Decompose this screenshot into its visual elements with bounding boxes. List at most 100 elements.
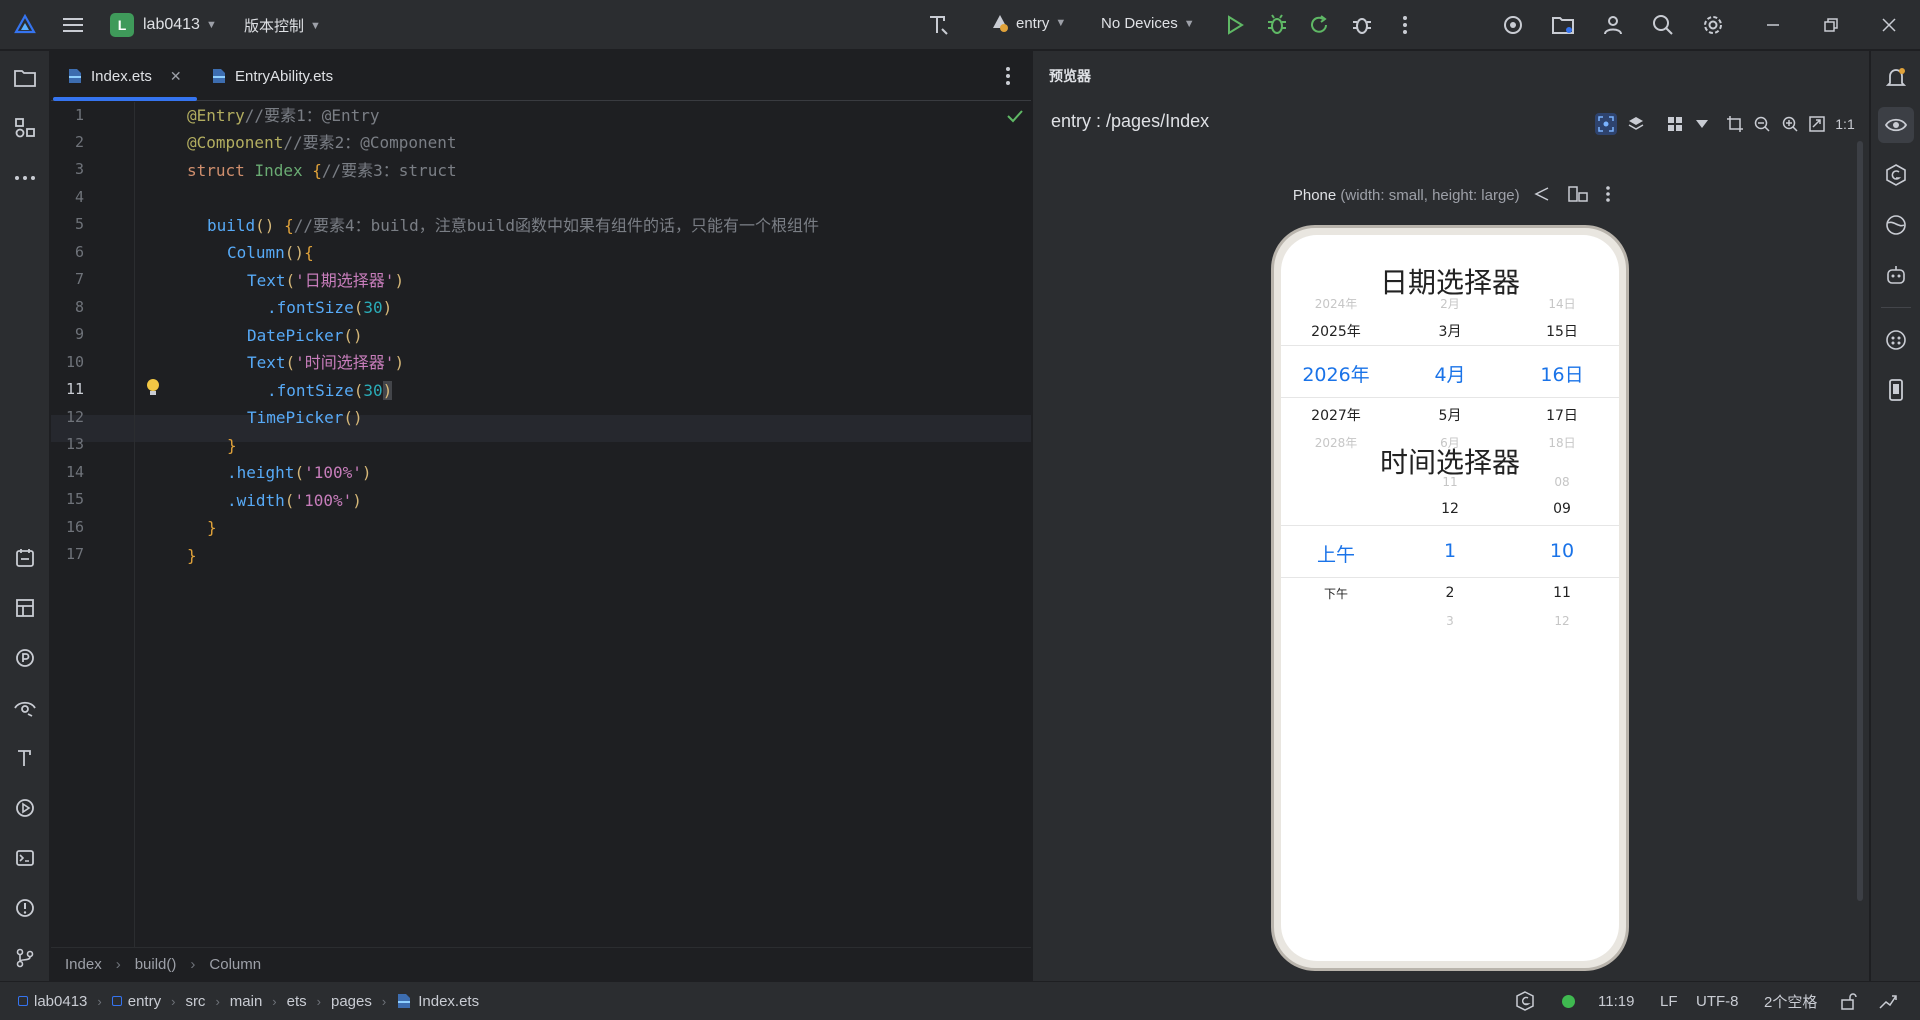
structure-icon[interactable]	[12, 115, 38, 141]
project-folder-icon[interactable]	[12, 65, 38, 91]
tab-entryability-ets[interactable]: EntryAbility.ets	[211, 51, 333, 101]
picker-item[interactable]: 11	[1512, 585, 1612, 601]
zoom-1to1-button[interactable]: 1:1	[1833, 113, 1857, 135]
rotate-icon[interactable]	[1534, 186, 1550, 206]
device-selector[interactable]: No Devices ▼	[1101, 15, 1195, 32]
tab-options-icon[interactable]	[995, 63, 1021, 89]
path-item[interactable]: src	[185, 993, 205, 1010]
breadcrumb-item[interactable]: Index	[65, 956, 102, 973]
minimize-icon[interactable]	[1760, 12, 1786, 38]
picker-item[interactable]: 3月	[1400, 321, 1500, 341]
picker-item[interactable]: 11	[1400, 475, 1500, 489]
picker-item[interactable]: 12	[1512, 614, 1612, 628]
breadcrumb-item[interactable]: Column	[209, 956, 261, 973]
codegenie-status-icon[interactable]	[1515, 991, 1535, 1015]
multi-device-icon[interactable]	[1664, 113, 1686, 135]
close-tab-icon[interactable]: ✕	[170, 68, 182, 85]
attach-debugger-icon[interactable]	[1349, 12, 1375, 38]
memory-indicator-icon[interactable]	[1878, 992, 1898, 1014]
device-switch-icon[interactable]	[1568, 186, 1588, 206]
path-item[interactable]: entry	[128, 993, 161, 1010]
ai-assistant-icon[interactable]	[1883, 262, 1909, 288]
picker-item[interactable]: 2027年	[1286, 405, 1386, 425]
inspector-toggle-icon[interactable]	[1595, 113, 1617, 135]
zoom-out-icon[interactable]	[1751, 113, 1773, 135]
profiler-icon[interactable]	[12, 645, 38, 671]
main-menu-icon[interactable]	[60, 12, 86, 38]
picker-item[interactable]: 5月	[1400, 405, 1500, 425]
table-icon[interactable]	[12, 595, 38, 621]
code-line-5: build() {//要素4：build，注意build函数中如果有组件的话，只…	[207, 216, 819, 235]
todo-icon[interactable]	[12, 545, 38, 571]
path-item[interactable]: lab0413	[34, 993, 87, 1010]
inspector-eye-icon[interactable]	[12, 695, 38, 721]
crop-frame-icon[interactable]	[1724, 113, 1746, 135]
tab-index-ets[interactable]: Index.ets ✕	[67, 51, 182, 101]
hot-reload-icon[interactable]	[1306, 12, 1332, 38]
picker-item[interactable]: 2025年	[1286, 321, 1386, 341]
layers-icon[interactable]	[1625, 113, 1647, 135]
preview-scrollbar[interactable]	[1857, 141, 1863, 901]
notifications-bell-icon[interactable]	[1883, 65, 1909, 91]
run-config-selector[interactable]: entry ▼	[990, 13, 1066, 33]
phone-device-icon[interactable]	[1883, 377, 1909, 403]
picker-item-selected[interactable]: 上午	[1286, 540, 1386, 567]
account-icon[interactable]	[1600, 12, 1626, 38]
build-hammer-icon[interactable]	[12, 745, 38, 771]
terminal-icon[interactable]	[12, 845, 38, 871]
path-item[interactable]: pages	[331, 993, 372, 1010]
previewer-eye-icon[interactable]	[1883, 112, 1909, 138]
picker-item-selected[interactable]: 1	[1400, 540, 1500, 562]
picker-item-selected[interactable]: 2026年	[1286, 360, 1386, 387]
codegenie-icon[interactable]	[1883, 162, 1909, 188]
no-problems-check-icon[interactable]	[1007, 108, 1023, 127]
run-services-icon[interactable]	[12, 795, 38, 821]
app-analyzer-icon[interactable]	[1883, 212, 1909, 238]
picker-item[interactable]: 14日	[1512, 295, 1612, 312]
device-emulator-icon[interactable]	[1883, 327, 1909, 353]
picker-item[interactable]: 下午	[1286, 585, 1386, 602]
picker-item-selected[interactable]: 16日	[1512, 360, 1612, 387]
path-item[interactable]: ets	[287, 993, 307, 1010]
more-tools-icon[interactable]	[12, 165, 38, 191]
search-icon[interactable]	[1650, 12, 1676, 38]
picker-item[interactable]: 3	[1400, 614, 1500, 628]
caret-position[interactable]: 11:19	[1598, 993, 1634, 1010]
close-window-icon[interactable]	[1876, 12, 1902, 38]
fit-screen-icon[interactable]	[1806, 113, 1828, 135]
more-actions-icon[interactable]	[1392, 12, 1418, 38]
picker-item[interactable]: 2月	[1400, 295, 1500, 312]
lock-open-icon[interactable]	[1840, 992, 1858, 1014]
caret-down-icon[interactable]	[1691, 113, 1713, 135]
project-selector[interactable]: L lab0413 ▼	[110, 13, 217, 37]
indent-setting[interactable]: 2个空格	[1764, 991, 1817, 1012]
picker-item[interactable]: 2024年	[1286, 295, 1386, 312]
debug-icon[interactable]	[1264, 12, 1290, 38]
breadcrumb-item[interactable]: build()	[135, 956, 177, 973]
picker-item-selected[interactable]: 10	[1512, 540, 1612, 562]
path-item[interactable]: Index.ets	[418, 993, 479, 1010]
problems-icon[interactable]	[12, 895, 38, 921]
project-structure-icon[interactable]	[1550, 12, 1576, 38]
status-ok-dot[interactable]	[1562, 995, 1575, 1008]
vcs-menu[interactable]: 版本控制 ▼	[244, 15, 321, 36]
picker-item[interactable]: 12	[1400, 501, 1500, 517]
run-icon[interactable]	[1222, 12, 1248, 38]
git-branch-icon[interactable]	[12, 945, 38, 971]
picker-item[interactable]: 09	[1512, 501, 1612, 517]
picker-item[interactable]: 15日	[1512, 321, 1612, 341]
settings-gear-icon[interactable]	[1700, 12, 1726, 38]
build-tool-icon[interactable]	[925, 12, 951, 38]
code-area[interactable]: @Entry//要素1：@Entry @Component//要素2：@Comp…	[135, 102, 1025, 947]
file-encoding[interactable]: UTF-8	[1696, 993, 1739, 1010]
device-manager-icon[interactable]	[1500, 12, 1526, 38]
picker-item[interactable]: 17日	[1512, 405, 1612, 425]
picker-item[interactable]: 2	[1400, 585, 1500, 601]
zoom-in-icon[interactable]	[1779, 113, 1801, 135]
path-item[interactable]: main	[230, 993, 263, 1010]
line-ending[interactable]: LF	[1660, 993, 1678, 1010]
picker-item[interactable]: 08	[1512, 475, 1612, 489]
restore-window-icon[interactable]	[1818, 12, 1844, 38]
picker-item-selected[interactable]: 4月	[1400, 360, 1500, 387]
device-options-icon[interactable]	[1606, 186, 1610, 206]
